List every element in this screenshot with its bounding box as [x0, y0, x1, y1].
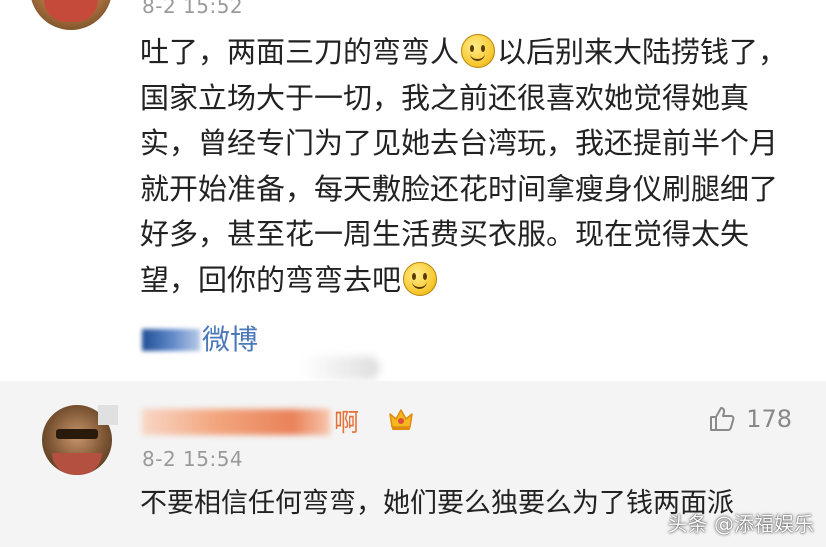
source-link-label: 微博: [202, 323, 259, 356]
smile-emoji-icon: [403, 261, 438, 296]
username-visible-text: 啊: [334, 408, 360, 437]
smile-emoji-icon: [461, 34, 496, 68]
like-count: 178: [746, 405, 792, 433]
username[interactable]: 啊: [142, 403, 359, 439]
comment-timestamp: 8-2 15:54: [142, 447, 244, 471]
thumbs-up-icon: [710, 407, 735, 431]
watermark: 头条 @添福娱乐: [667, 512, 814, 536]
avatar-badge: [98, 405, 118, 425]
like-button[interactable]: 178: [708, 405, 792, 433]
comment-text-part: 以后别来大陆捞钱了，国家立场大于一切，我之前还很喜欢她觉得她真实，曾经专门为了见…: [140, 35, 788, 297]
comment-item: 8-2 15:52 吐了，两面三刀的弯弯人 以后别来大陆捞钱了，国家立场大于一切，…: [0, 0, 826, 381]
comment-thread: 8-2 15:52 吐了，两面三刀的弯弯人 以后别来大陆捞钱了，国家立场大于一切，…: [0, 0, 826, 547]
blurred-region: [142, 329, 200, 351]
avatar[interactable]: [30, 0, 112, 30]
comment-text-part: 吐了，两面三刀的弯弯人: [140, 35, 460, 69]
blurred-region: [142, 409, 330, 435]
source-link[interactable]: 微博: [142, 318, 258, 358]
comment-text: 不要相信任何弯弯，她们要么独要么为了钱两面派: [140, 488, 734, 519]
blur-smear: [300, 356, 380, 380]
comment-text: 吐了，两面三刀的弯弯人 以后别来大陆捞钱了，国家立场大于一切，我之前还很喜欢她觉得…: [140, 30, 790, 303]
comment-timestamp: 8-2 15:52: [142, 0, 244, 18]
crown-icon: [389, 409, 413, 430]
